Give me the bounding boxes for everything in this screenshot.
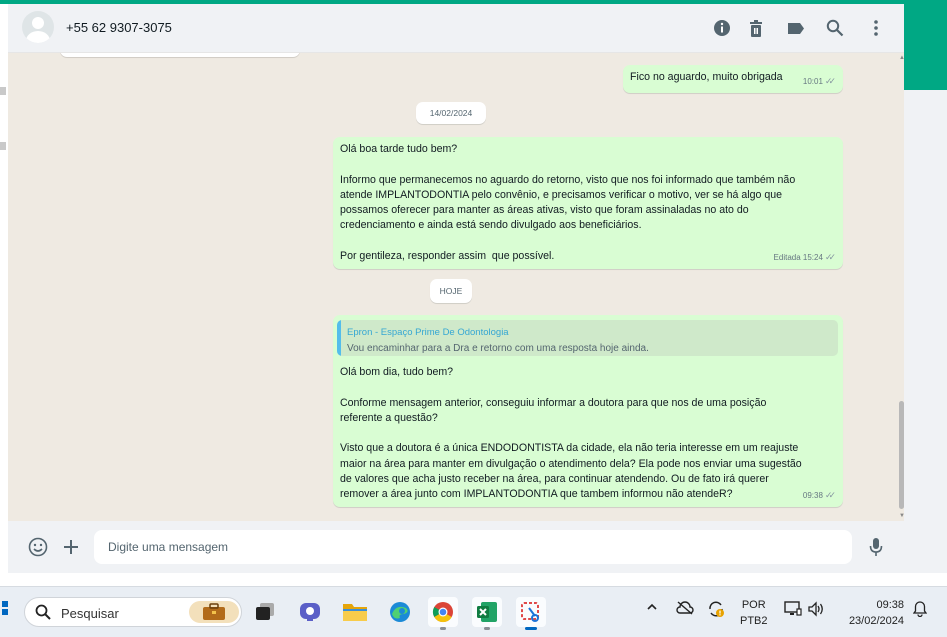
edge-icon[interactable]: [385, 597, 415, 627]
microphone-icon[interactable]: [864, 535, 888, 559]
attach-plus-icon[interactable]: [59, 535, 83, 559]
clock-time: 09:38: [876, 599, 904, 611]
contact-name[interactable]: +55 62 9307-3075: [66, 20, 172, 35]
file-explorer-icon[interactable]: [340, 597, 370, 627]
quoted-message[interactable]: Epron - Espaço Prime De Odontologia Vou …: [337, 320, 838, 356]
chat-area[interactable]: Fico no aguardo, muito obrigada 10:01 ✓✓…: [8, 53, 904, 521]
read-ticks-icon: ✓✓: [824, 251, 836, 262]
date-separator: 14/02/2024: [416, 102, 486, 124]
quote-author: Epron - Espaço Prime De Odontologia: [347, 327, 509, 338]
monitor-network-icon[interactable]: [784, 601, 802, 620]
scroll-up-arrow-icon[interactable]: ▲: [899, 55, 904, 61]
windows-start-icon[interactable]: [0, 601, 8, 615]
window-bottom-area: [0, 573, 947, 586]
trash-icon[interactable]: [744, 16, 768, 40]
side-panel-marker: [0, 87, 6, 95]
running-indicator: [484, 627, 490, 630]
compose-bar: [8, 521, 904, 573]
volume-icon[interactable]: [807, 601, 825, 620]
previous-message-bubble: [60, 53, 300, 57]
scroll-down-arrow-icon[interactable]: ▼: [899, 513, 904, 519]
app-background-accent: [904, 4, 947, 90]
search-icon[interactable]: [823, 16, 847, 40]
message-meta: Editada 15:24 ✓✓: [773, 250, 837, 265]
message-meta: 10:01 ✓✓: [803, 74, 836, 89]
message-input[interactable]: [94, 530, 852, 564]
snipping-tool-icon[interactable]: [516, 597, 546, 630]
left-side-panel-edge: [0, 4, 8, 586]
message-bubble-outgoing[interactable]: Epron - Espaço Prime De Odontologia Vou …: [333, 315, 843, 507]
notification-bell-icon[interactable]: [912, 601, 928, 620]
date-separator-label: 14/02/2024: [429, 108, 473, 118]
message-time: 10:01: [802, 76, 823, 86]
keyboard-layout: PTB2: [740, 615, 768, 627]
message-time: 09:38: [802, 490, 823, 500]
chrome-icon[interactable]: [428, 597, 458, 630]
clock-date: 23/02/2024: [848, 615, 904, 627]
quote-accent-bar: [337, 320, 341, 356]
running-indicator: [440, 627, 446, 630]
active-indicator: [525, 627, 537, 630]
task-view-icon[interactable]: [250, 597, 280, 627]
app-background: [904, 90, 947, 586]
search-icon: [35, 604, 51, 620]
taskbar-search[interactable]: Pesquisar: [24, 597, 242, 627]
message-text: Olá boa tarde tudo bem? Informo que perm…: [340, 143, 796, 263]
chat-scrollbar[interactable]: ▲ ▼: [899, 53, 904, 521]
chevron-up-icon[interactable]: [646, 601, 658, 616]
excel-icon[interactable]: [472, 597, 502, 630]
avatar[interactable]: [22, 11, 54, 43]
chat-header: +55 62 9307-3075: [8, 4, 904, 53]
date-separator-label: HOJE: [439, 286, 463, 296]
info-icon[interactable]: [710, 16, 734, 40]
label-icon[interactable]: [784, 16, 808, 40]
briefcase-icon: [189, 601, 239, 623]
cloud-off-icon[interactable]: [676, 601, 694, 618]
menu-icon[interactable]: [864, 16, 888, 40]
read-ticks-icon: ✓✓: [824, 489, 836, 500]
input-language-indicator[interactable]: POR PTB2: [740, 597, 768, 629]
taskbar-search-label: Pesquisar: [61, 606, 119, 621]
date-separator: HOJE: [430, 279, 472, 303]
quote-text: Vou encaminhar para a Dra e retorno com …: [347, 343, 649, 354]
message-bubble-outgoing[interactable]: Olá boa tarde tudo bem? Informo que perm…: [333, 137, 843, 269]
message-bubble-outgoing[interactable]: Fico no aguardo, muito obrigada 10:01 ✓✓: [623, 65, 843, 93]
scrollbar-thumb[interactable]: [899, 401, 904, 509]
message-text: Olá bom dia, tudo bem? Conforme mensagem…: [340, 366, 802, 501]
emoji-icon[interactable]: [26, 535, 50, 559]
side-panel-marker: [0, 142, 6, 150]
system-clock[interactable]: 09:38 23/02/2024: [836, 597, 904, 629]
message-meta: 09:38 ✓✓: [803, 488, 836, 503]
teams-icon[interactable]: [295, 597, 325, 627]
read-ticks-icon: ✓✓: [824, 75, 836, 86]
message-time: Editada 15:24: [773, 252, 823, 262]
windows-taskbar: Pesquisar POR PTB2 09:38 23/02/2024: [0, 586, 947, 637]
sync-alert-icon[interactable]: [707, 600, 725, 621]
language-code: POR: [741, 599, 766, 611]
message-text: Fico no aguardo, muito obrigada: [630, 71, 783, 83]
